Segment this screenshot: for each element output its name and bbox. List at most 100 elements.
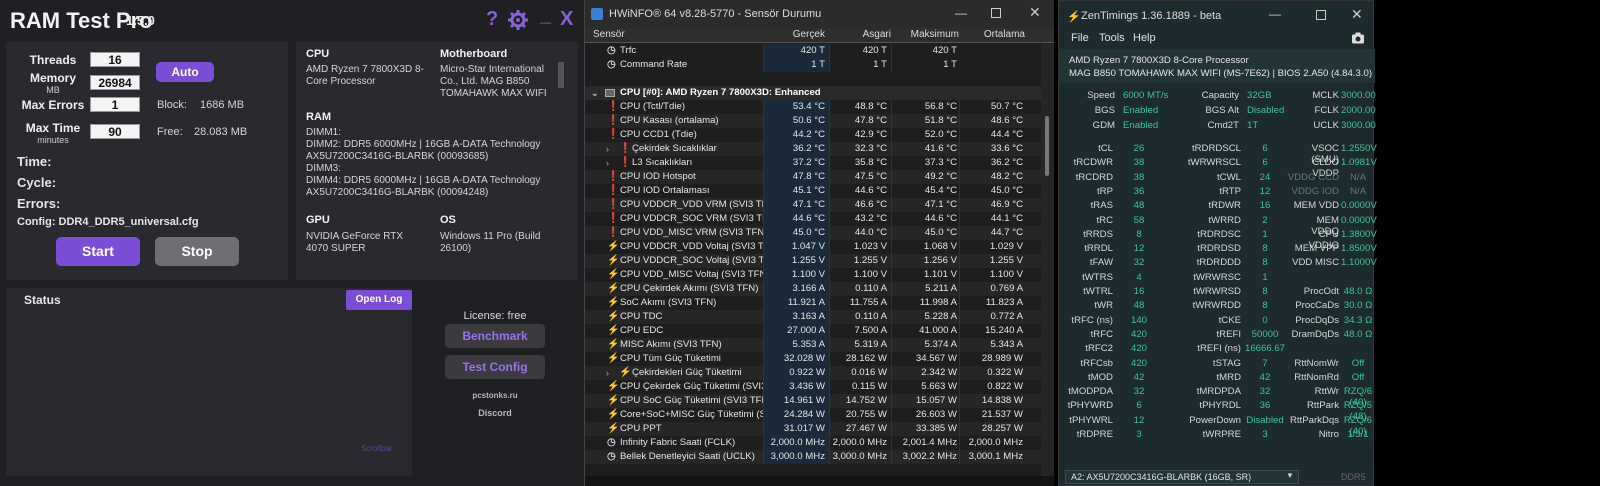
- auto-button[interactable]: Auto: [156, 62, 214, 82]
- col-sensor[interactable]: Sensör: [593, 29, 625, 40]
- sensor-row[interactable]: ⚡ CPU Tüm Güç Tüketimi 32.028 W 28.162 W 34.…: [585, 352, 1041, 366]
- sensor-name: L3 Sıcaklıkları: [632, 157, 693, 168]
- sensor-row[interactable]: ◷ Command Rate 1 T1 T1 T: [585, 58, 1041, 72]
- sensor-row[interactable]: › ❗ L3 Sıcaklıkları 37.2 °C 35.8 °C 37.3 °C 36…: [585, 156, 1041, 170]
- sensor-row[interactable]: ⚡ CPU SoC Güç Tüketimi (SVI3 TFN) 14.961 W…: [585, 394, 1041, 408]
- timing-label: tRP: [1097, 185, 1113, 197]
- vertical-scrollbar[interactable]: [1041, 44, 1054, 476]
- scrollbar-label: Scrollbar: [361, 444, 393, 453]
- sensor-row[interactable]: ⚡ SoC Akımı (SVI3 TFN) 11.921 A 11.755 A 11.…: [585, 296, 1041, 310]
- timing-value: 2: [1262, 214, 1268, 226]
- timing-label: tRFC (ns): [1071, 314, 1113, 326]
- timing-label: ProcDqDs: [1295, 314, 1339, 326]
- max-time-input[interactable]: 90: [90, 124, 140, 139]
- timing-value: 1.0981V: [1341, 157, 1377, 169]
- sensor-row[interactable]: ❗ CPU VDD_MISC VRM (SVI3 TFN) 45.0 °C 44.0 …: [585, 226, 1041, 240]
- sensor-row[interactable]: ⚡ CPU PPT 31.017 W 27.467 W 33.385 W 28.257 W: [585, 422, 1041, 436]
- sensor-value: 47.1 °C: [891, 198, 961, 212]
- sensor-row[interactable]: ⚡ CPU VDDCR_VDD Voltaj (SVI3 TFN) 1.047 V1…: [585, 240, 1041, 254]
- minimize-icon[interactable]: —: [955, 6, 967, 20]
- sensor-value: 3,000.0 MHz: [829, 450, 891, 464]
- clock-icon: ◷: [607, 451, 616, 462]
- timing-value: 6: [1136, 400, 1142, 412]
- sensor-row[interactable]: ◷ Bellek Denetleyici Saati (UCLK) 3,000.0 …: [585, 450, 1041, 464]
- benchmark-button[interactable]: Benchmark: [445, 324, 545, 348]
- minimize-icon[interactable]: —: [1269, 7, 1281, 21]
- sensor-row[interactable]: ⚡ CPU Çekirdek Güç Tüketimi (SVI3 ... 3.43…: [585, 380, 1041, 394]
- timing-value: 32: [1133, 257, 1145, 269]
- sensor-row[interactable]: ❗ CPU VDDCR_SOC VRM (SVI3 TFN) 44.6 °C 43.2…: [585, 212, 1041, 226]
- open-log-button[interactable]: Open Log: [346, 290, 412, 310]
- timing-label: tRFCsb: [1080, 357, 1113, 369]
- test-config-button[interactable]: Test Config: [445, 355, 545, 379]
- max-errors-input[interactable]: 1: [90, 97, 140, 112]
- close-icon[interactable]: X: [560, 8, 573, 31]
- gear-icon[interactable]: [508, 10, 528, 30]
- maximize-icon[interactable]: [1316, 10, 1326, 20]
- col-current[interactable]: Gerçek: [775, 29, 825, 40]
- menu-help[interactable]: Help: [1133, 32, 1156, 44]
- scrollbar-thumb[interactable]: [1045, 116, 1049, 176]
- sensor-group-header[interactable]: ⌄ CPU [#0]: AMD Ryzen 7 7800X3D: Enhanced: [585, 86, 1041, 100]
- sensor-row[interactable]: ◷ Infinity Fabric Saati (FCLK) 2,000.0 MHz…: [585, 436, 1041, 450]
- sensor-row[interactable]: ⚡ CPU VDD_MISC Voltaj (SVI3 TFN) 1.100 V 1.…: [585, 268, 1041, 282]
- sensor-row[interactable]: › ⚡ Çekirdekleri Güç Tüketimi 0.922 W 0.016 …: [585, 366, 1041, 380]
- sensor-row[interactable]: ⚡ CPU VDDCR_SOC Voltaj (SVI3 TFN) 1.255 V1…: [585, 254, 1041, 268]
- menu-tools[interactable]: Tools: [1099, 32, 1125, 44]
- col-min[interactable]: Asgari: [839, 29, 891, 40]
- sensor-value: 0.322 W: [959, 366, 1027, 380]
- sensor-row[interactable]: ❗ CPU CCD1 (Tdie) 44.2 °C 42.9 °C 52.0 °C 44.…: [585, 128, 1041, 142]
- sensor-row[interactable]: ❗ CPU IOD Hotspot 47.8 °C 47.5 °C 49.2 °C 48.…: [585, 170, 1041, 184]
- timing-label: tPHYRDL: [1199, 400, 1241, 412]
- chevron-down-icon[interactable]: ⌄: [591, 86, 599, 100]
- sensor-name: CPU VDD_MISC VRM (SVI3 TFN): [620, 227, 768, 238]
- sensor-value: 44.4 °C: [959, 128, 1027, 142]
- dimm-select[interactable]: A2: AX5U7200C3416G-BLARBK (16GB, SR) ▼: [1065, 470, 1299, 484]
- sensor-row[interactable]: ⚡ CPU TDC 3.163 A 0.110 A 5.228 A 0.772 A: [585, 310, 1041, 324]
- ram-line: DIMM1:: [306, 127, 341, 138]
- ram-line: AX5U7200C3416G-BLARBK (00093685): [306, 151, 489, 162]
- help-icon[interactable]: ?: [486, 8, 498, 31]
- info-scrollbar[interactable]: [558, 62, 564, 88]
- sensor-value: 50.6 °C: [763, 114, 829, 128]
- sensor-value: 15.057 W: [891, 394, 961, 408]
- start-button[interactable]: Start: [56, 237, 140, 266]
- chevron-right-icon[interactable]: ›: [606, 156, 609, 170]
- minimize-icon[interactable]: _: [540, 4, 551, 27]
- stop-button[interactable]: Stop: [155, 237, 239, 266]
- sensor-row[interactable]: ⚡ MISC Akımı (SVI3 TFN) 5.353 A 5.319 A 5.37…: [585, 338, 1041, 352]
- sensor-value: 45.0 °C: [959, 184, 1027, 198]
- threads-input[interactable]: 16: [90, 52, 140, 67]
- sensor-row[interactable]: ⚡ Core+SoC+MISC Güç Tüketimi (S... 24.284 …: [585, 408, 1041, 422]
- camera-icon[interactable]: [1351, 32, 1365, 44]
- zentimings-area: ⚡ ZenTimings 1.36.1889 - beta — ✕ File T…: [1056, 0, 1600, 486]
- sensor-row[interactable]: ◷ Trfc 420 T 420 T 420 T: [585, 44, 1041, 58]
- sensor-name: CPU Tüm Güç Tüketimi: [620, 353, 721, 364]
- sensor-row[interactable]: › ❗ Çekirdek Sıcaklıklar 36.2 °C 32.3 °C 41.6…: [585, 142, 1041, 156]
- sensor-row[interactable]: ❗ CPU IOD Ortalaması 45.1 °C 44.6 °C 45.4 °C…: [585, 184, 1041, 198]
- close-icon[interactable]: ✕: [1351, 6, 1363, 23]
- temp-icon: ❗: [619, 143, 632, 154]
- site-link[interactable]: pcstonks.ru: [420, 391, 570, 400]
- sensor-row[interactable]: ⚡ CPU Çekirdek Akımı (SVI3 TFN) 3.166 A 0.1…: [585, 282, 1041, 296]
- maximize-icon[interactable]: [991, 8, 1001, 18]
- chevron-right-icon[interactable]: ›: [606, 366, 609, 380]
- memory-input[interactable]: 26984: [90, 75, 140, 90]
- hwinfo-app-icon: [591, 8, 603, 20]
- discord-link[interactable]: Discord: [420, 408, 570, 418]
- col-max[interactable]: Maksimum: [903, 29, 959, 40]
- sensor-row[interactable]: ❗ CPU Kasası (ortalama) 50.6 °C 47.8 °C 51.8…: [585, 114, 1041, 128]
- sensor-row[interactable]: ❗ CPU (Tctl/Tdie) 53.4 °C 48.8 °C 56.8 °C 50.…: [585, 100, 1041, 114]
- sensor-row[interactable]: ❗ CPU VDDCR_VDD VRM (SVI3 TFN) 47.1 °C 46.6…: [585, 198, 1041, 212]
- timing-label: DramDqDs: [1291, 328, 1339, 340]
- sensor-row[interactable]: ⚡ CPU EDC 27.000 A 7.500 A 41.000 A 15.240 A: [585, 324, 1041, 338]
- menu-file[interactable]: File: [1071, 32, 1089, 44]
- threads-label: Threads: [29, 53, 77, 67]
- chevron-right-icon[interactable]: ›: [606, 142, 609, 156]
- col-avg[interactable]: Ortalama: [969, 29, 1025, 40]
- timing-value: 6: [1262, 143, 1268, 154]
- timing-value: 16: [1259, 200, 1271, 212]
- close-icon[interactable]: ✕: [1029, 4, 1041, 21]
- timing-value: 12: [1133, 243, 1145, 255]
- sensor-value: 20.755 W: [829, 408, 891, 422]
